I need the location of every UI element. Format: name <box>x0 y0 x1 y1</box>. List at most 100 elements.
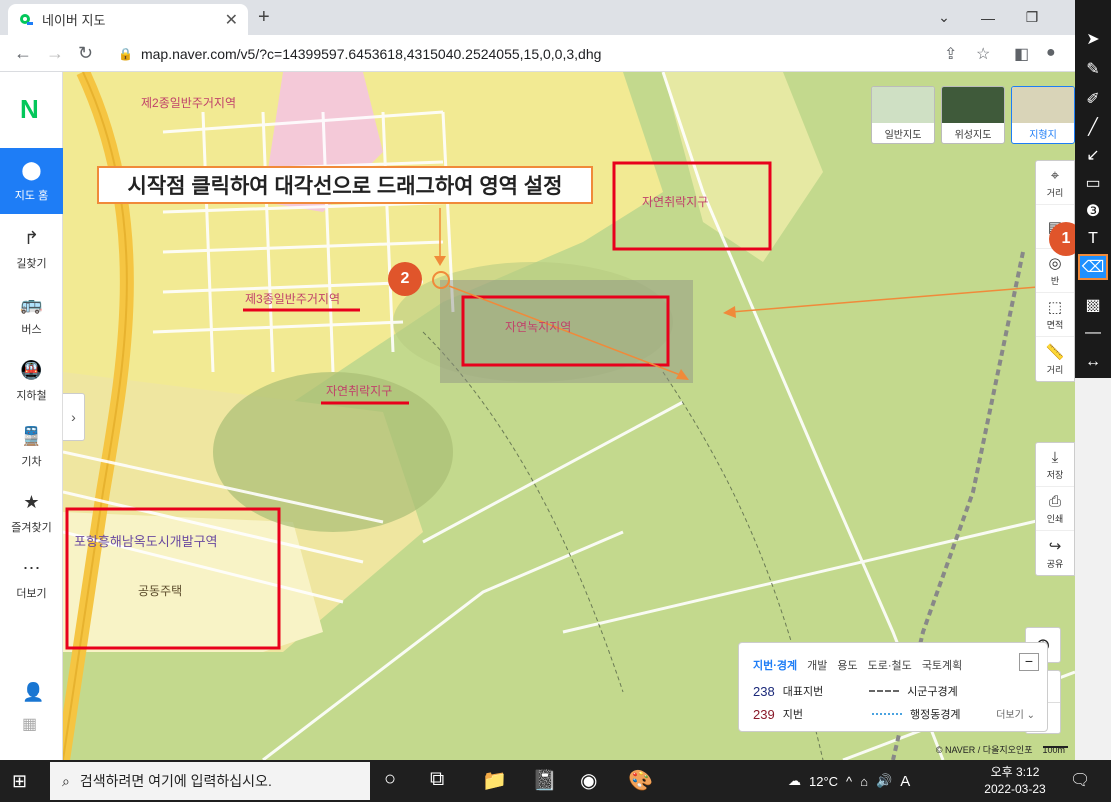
forward-icon[interactable]: → <box>46 43 64 64</box>
map-type-terrain[interactable]: 지형지 <box>1011 86 1075 144</box>
boundary-line-sample <box>871 713 902 715</box>
distance-tool[interactable]: ⌖ 거리 <box>1036 161 1074 205</box>
nav-label: 버스 <box>21 323 42 336</box>
line-icon[interactable]: ╱ <box>1078 114 1108 140</box>
nav-label: 즐겨찾기 <box>11 521 52 534</box>
taskbar-search-box[interactable]: ⌕ 검색하려면 여기에 입력하십시오. <box>50 762 370 800</box>
restore-icon[interactable]: ❐ <box>1010 0 1054 35</box>
legend-tab[interactable]: 국토계획 <box>922 657 962 673</box>
url-field[interactable]: 🔒 map.naver.com/v5/?c=14399597.6453618,4… <box>112 40 932 67</box>
nav-map-home[interactable]: ⬤ 지도 홈 <box>0 148 63 214</box>
naver-logo[interactable]: N <box>20 94 39 125</box>
reload-icon[interactable]: ↻ <box>78 43 93 64</box>
area-tool[interactable]: ⬚ 면적 <box>1036 293 1074 337</box>
building-label: 공동주택 <box>138 584 183 598</box>
terrain-map-thumbnail <box>1012 87 1074 123</box>
save-button[interactable]: ⤓ 저장 <box>1036 443 1074 487</box>
nav-train[interactable]: 🚆 기차 <box>0 414 63 480</box>
expand-horizontal-icon[interactable]: ↔ <box>1078 349 1108 375</box>
copyright: © NAVER / 다올지오인포 100m <box>935 744 1065 756</box>
tab-close-icon[interactable]: ✕ <box>225 10 238 30</box>
task-view-icon[interactable]: ⧉ <box>430 768 444 791</box>
panel-expand-button[interactable]: › <box>63 393 85 441</box>
legend-number: 238 <box>753 683 775 699</box>
line-width-icon[interactable]: — <box>1078 320 1108 346</box>
network-icon[interactable]: ⌂ <box>860 774 868 789</box>
weather-cloud-icon: ☁ <box>788 773 801 788</box>
weather-text: 12°C <box>809 773 839 789</box>
profile-icon[interactable]: ● <box>1046 44 1056 62</box>
nav-bus[interactable]: 🚌 버스 <box>0 282 63 348</box>
pencil-icon[interactable]: ✎ <box>1078 56 1108 82</box>
basic-map-thumbnail <box>872 87 934 123</box>
turn-arrow-icon: ↱ <box>23 227 40 248</box>
checker-icon[interactable]: ▩ <box>1078 292 1108 318</box>
user-icon[interactable]: 👤 <box>22 682 44 703</box>
tray-chevron-icon[interactable]: ^ <box>846 774 852 789</box>
nav-label: 기차 <box>21 455 42 468</box>
numbering-icon[interactable]: ❸ <box>1078 198 1108 224</box>
chevron-right-icon: › <box>71 409 76 425</box>
minimize-icon[interactable]: — <box>966 0 1010 35</box>
paint-icon[interactable]: 🎨 <box>628 768 653 793</box>
legend-tab[interactable]: 개발 <box>807 657 827 673</box>
rectangle-icon[interactable]: ▭ <box>1078 170 1108 196</box>
chrome-icon[interactable]: ◉ <box>580 768 597 793</box>
legend-line-label: 시군구경계 <box>907 686 958 698</box>
map-type-satellite[interactable]: 위성지도 <box>941 86 1005 144</box>
boundary-line-sample <box>869 690 900 692</box>
legend-tab[interactable]: 도로·철도 <box>868 657 912 673</box>
ruler-tool[interactable]: 📏 거리 <box>1036 337 1074 381</box>
zone-label: 제2종일반주거지역 <box>141 96 236 110</box>
notepad-icon[interactable]: 📓 <box>532 768 557 793</box>
print-button[interactable]: ⎙ 인쇄 <box>1036 487 1074 531</box>
volume-icon[interactable]: 🔊 <box>876 773 892 789</box>
windows-taskbar: ⊞ ⌕ 검색하려면 여기에 입력하십시오. ○ ⧉ 📁 📓 ◉ 🎨 ☁ 12°C… <box>0 760 1111 802</box>
area-icon: ⬚ <box>1047 299 1063 316</box>
pin-icon: ⌖ <box>1050 166 1060 184</box>
notification-icon[interactable]: 🗨 <box>1070 770 1090 790</box>
subway-icon: 🚇 <box>20 359 43 380</box>
nav-more[interactable]: ⋯ 더보기 <box>0 546 63 612</box>
address-bar: ← → ↻ 🔒 map.naver.com/v5/?c=14399597.645… <box>0 35 1075 72</box>
windows-start-icon[interactable]: ⊞ <box>12 771 27 792</box>
legend-tab[interactable]: 지번·경계 <box>753 657 797 673</box>
train-icon: 🚆 <box>20 425 43 446</box>
eraser-icon[interactable]: ⌫ <box>1078 254 1108 280</box>
map-type-basic[interactable]: 일반지도 <box>871 86 935 144</box>
legend-tab[interactable]: 용도 <box>837 657 857 673</box>
legend-label: 대표지번 <box>782 686 824 698</box>
legend-row: 238 대표지번 시군구경계 <box>753 683 958 699</box>
share-button[interactable]: ↪ 공유 <box>1036 531 1074 575</box>
file-explorer-icon[interactable]: 📁 <box>482 768 507 793</box>
nav-directions[interactable]: ↱ 길찾기 <box>0 216 63 282</box>
taskbar-clock[interactable]: 오후 3:12 2022-03-23 <box>980 764 1050 798</box>
zone-label: 포항흥해남옥도시개발구역 <box>74 534 218 549</box>
cortana-icon[interactable]: ○ <box>384 768 396 791</box>
nav-label: 더보기 <box>16 587 47 600</box>
text-icon[interactable]: T <box>1078 226 1108 252</box>
instruction-callout: 시작점 클릭하여 대각선으로 드래그하여 영역 설정 <box>97 166 593 204</box>
legend-more-link[interactable]: 더보기 ⌄ <box>996 706 1035 721</box>
marker-icon[interactable]: ✐ <box>1078 86 1108 112</box>
bookmark-star-icon[interactable]: ☆ <box>976 44 990 64</box>
satellite-map-thumbnail <box>942 87 1004 123</box>
nav-favorites[interactable]: ★ 즐겨찾기 <box>0 480 63 546</box>
zone-label: 자연녹지지역 <box>505 320 572 334</box>
ime-indicator[interactable]: A <box>900 773 910 790</box>
back-icon[interactable]: ← <box>14 43 32 64</box>
arrow-line-icon[interactable]: ↙ <box>1078 142 1108 168</box>
share-icon[interactable]: ⇪ <box>944 44 957 64</box>
tab-search-icon[interactable]: ⌄ <box>922 0 966 35</box>
bus-icon: 🚌 <box>20 293 43 314</box>
pointer-icon[interactable]: ➤ <box>1078 26 1108 52</box>
url-text: map.naver.com/v5/?c=14399597.6453618,431… <box>140 45 602 62</box>
legend-panel: 지번·경계 개발 용도 도로·철도 국토계획 − 238 대표지번 시군구경계 … <box>738 642 1048 732</box>
browser-tab[interactable]: 네이버 지도 ✕ <box>8 4 248 35</box>
new-tab-icon[interactable]: + <box>258 6 270 29</box>
legend-minimize-button[interactable]: − <box>1019 653 1039 671</box>
nav-subway[interactable]: 🚇 지하철 <box>0 348 63 414</box>
side-panel-icon[interactable]: ◧ <box>1014 44 1029 64</box>
zone-label: 자연취락지구 <box>326 384 393 398</box>
apps-grid-icon[interactable]: ▦ <box>22 714 37 734</box>
